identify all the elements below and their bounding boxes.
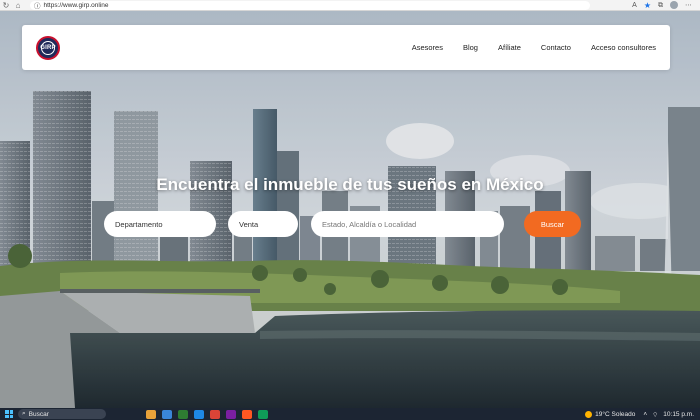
address-bar[interactable]: ⓘ https://www.girp.online	[30, 0, 590, 10]
collections-icon[interactable]: ⧉	[658, 0, 663, 11]
windows-taskbar: ⌕ Buscar 19°C Soleado ˄ ⌔ 10:15 p.m.	[0, 408, 700, 420]
location-input[interactable]	[311, 211, 504, 237]
taskbar-apps	[146, 409, 268, 419]
home-icon[interactable]: ⌂	[12, 0, 24, 11]
teams-icon[interactable]	[226, 409, 236, 419]
edge-icon[interactable]	[162, 409, 172, 419]
site-logo[interactable]: GIRP	[36, 35, 60, 60]
property-type-select[interactable]: Departamento	[104, 211, 216, 237]
taskbar-search[interactable]: ⌕ Buscar	[18, 409, 106, 419]
logo-text: GIRP	[40, 44, 56, 51]
site-header: GIRP Asesores Blog Afíliate Contacto Acc…	[22, 25, 670, 70]
operation-select[interactable]: Venta	[228, 211, 298, 237]
taskbar-search-label: Buscar	[28, 410, 49, 418]
star-icon[interactable]: ★	[644, 0, 651, 11]
read-aloud-icon[interactable]: A	[632, 0, 637, 11]
operation-value: Venta	[239, 219, 259, 229]
property-search-form: Departamento Venta Buscar	[0, 211, 700, 237]
nav-link-blog[interactable]: Blog	[463, 43, 478, 52]
wifi-icon[interactable]: ⌔	[652, 410, 658, 419]
weather-widget[interactable]: 19°C Soleado	[585, 410, 636, 418]
app-icon[interactable]	[258, 409, 268, 419]
web-page: GIRP Asesores Blog Afíliate Contacto Acc…	[0, 11, 700, 408]
main-nav: Asesores Blog Afíliate Contacto Acceso c…	[412, 43, 656, 52]
hero-title: Encuentra el inmueble de tus sueños en M…	[156, 175, 544, 194]
chevron-up-icon[interactable]: ˄	[643, 411, 647, 418]
powerpoint-icon[interactable]	[242, 409, 252, 419]
search-icon: ⌕	[22, 410, 26, 417]
search-button[interactable]: Buscar	[524, 211, 581, 237]
nav-link-asesores[interactable]: Asesores	[412, 43, 443, 52]
clock[interactable]: 10:15 p.m.	[663, 411, 694, 418]
word-icon[interactable]	[194, 409, 204, 419]
refresh-icon[interactable]: ↻	[0, 0, 12, 11]
nav-link-contacto[interactable]: Contacto	[541, 43, 571, 52]
windows-logo-icon	[5, 410, 13, 418]
chrome-icon[interactable]	[210, 409, 220, 419]
start-button[interactable]	[0, 410, 18, 418]
excel-icon[interactable]	[178, 409, 188, 419]
nav-link-afiliate[interactable]: Afíliate	[498, 43, 521, 52]
profile-avatar[interactable]	[670, 1, 678, 9]
weather-text: 19°C Soleado	[595, 410, 636, 418]
browser-toolbar: ↻ ⌂ ⓘ https://www.girp.online A ★ ⧉ ⋯	[0, 0, 700, 11]
hero-background-image	[0, 11, 700, 408]
file-explorer-icon[interactable]	[146, 409, 156, 419]
property-type-value: Departamento	[115, 219, 163, 229]
more-icon[interactable]: ⋯	[685, 0, 692, 11]
nav-link-acceso-consultores[interactable]: Acceso consultores	[591, 43, 656, 52]
url-text: https://www.girp.online	[43, 1, 109, 9]
sun-icon	[585, 410, 593, 418]
system-tray: ˄ ⌔ 10:15 p.m.	[635, 410, 700, 419]
info-circle-icon: ⓘ	[34, 3, 41, 10]
